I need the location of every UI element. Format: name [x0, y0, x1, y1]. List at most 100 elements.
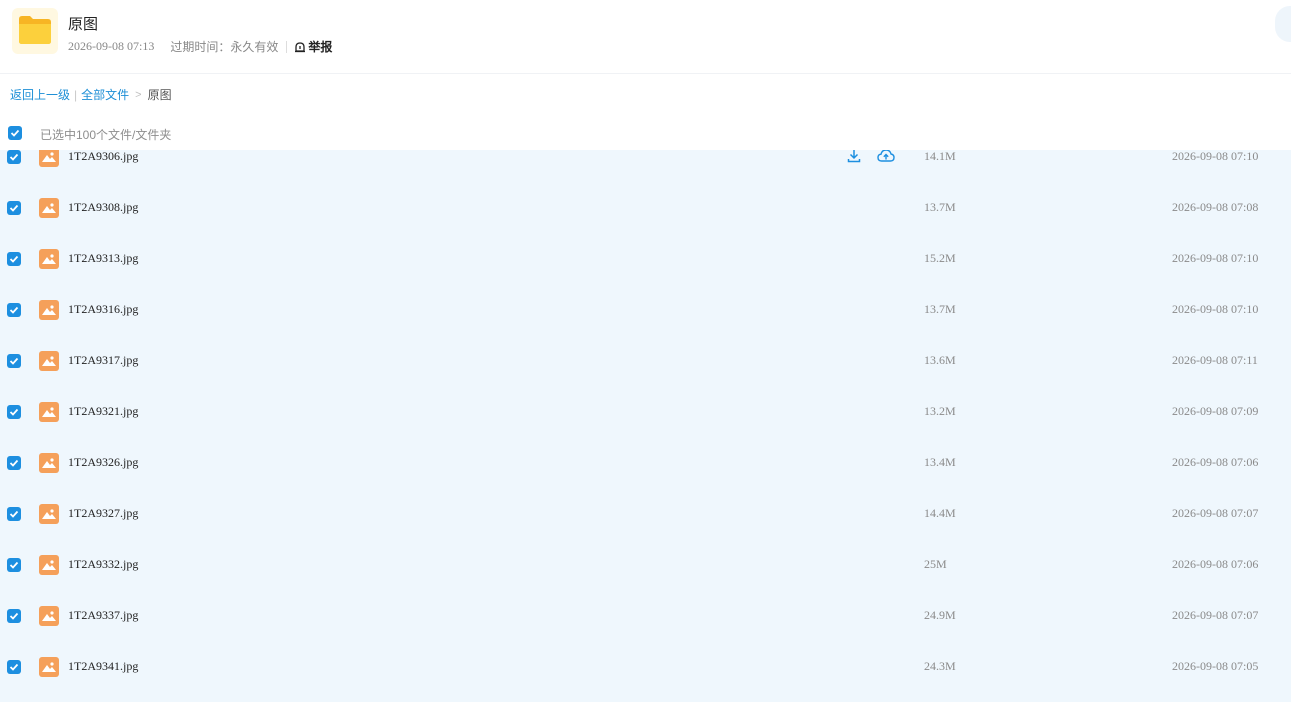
- selection-bar: 已选中100个文件/文件夹: [0, 120, 1291, 150]
- breadcrumb: 返回上一级 | 全部文件 > 原图: [10, 86, 172, 103]
- file-name[interactable]: 1T2A9326.jpg: [68, 455, 138, 470]
- file-date: 2026-09-08 07:11: [1172, 353, 1258, 367]
- file-date: 2026-09-08 07:05: [1172, 659, 1259, 673]
- image-file-icon: [39, 198, 59, 218]
- file-checkbox[interactable]: [7, 303, 21, 317]
- check-icon: [9, 612, 19, 620]
- image-file-icon: [39, 402, 59, 422]
- file-date: 2026-09-08 07:08: [1172, 200, 1259, 214]
- file-size: 13.6M: [924, 353, 956, 367]
- file-checkbox[interactable]: [7, 150, 21, 164]
- file-row[interactable]: 1T2A9313.jpg 15.2M 2026-09-08 07:10: [0, 234, 1291, 285]
- file-row[interactable]: 1T2A9321.jpg 13.2M 2026-09-08 07:09: [0, 387, 1291, 438]
- file-date: 2026-09-08 07:06: [1172, 557, 1259, 571]
- image-file-icon: [39, 150, 59, 167]
- breadcrumb-separator: >: [135, 88, 142, 101]
- file-name[interactable]: 1T2A9337.jpg: [68, 608, 138, 623]
- file-checkbox[interactable]: [7, 252, 21, 266]
- selection-count: 已选中100个文件/文件夹: [40, 128, 172, 142]
- image-file-icon: [39, 555, 59, 575]
- folder-icon: [12, 8, 58, 54]
- file-name[interactable]: 1T2A9313.jpg: [68, 251, 138, 266]
- file-checkbox[interactable]: [7, 609, 21, 623]
- check-icon: [9, 306, 19, 314]
- file-checkbox[interactable]: [7, 354, 21, 368]
- breadcrumb-current: 原图: [147, 88, 172, 102]
- expire-label: 过期时间：: [170, 40, 231, 54]
- file-list: 1T2A9306.jpg 14.1M 2026-09-08 07:10 1T2A930…: [0, 150, 1291, 702]
- file-name[interactable]: 1T2A9341.jpg: [68, 659, 138, 674]
- check-icon: [9, 561, 19, 569]
- file-name[interactable]: 1T2A9327.jpg: [68, 506, 138, 521]
- file-name[interactable]: 1T2A9321.jpg: [68, 404, 138, 419]
- check-icon: [9, 255, 19, 263]
- check-icon: [9, 663, 19, 671]
- check-icon: [10, 129, 20, 137]
- file-date: 2026-09-08 07:07: [1172, 608, 1259, 622]
- file-row[interactable]: 1T2A9308.jpg 13.7M 2026-09-08 07:08: [0, 183, 1291, 234]
- check-icon: [9, 408, 19, 416]
- file-date: 2026-09-08 07:09: [1172, 404, 1259, 418]
- image-file-icon: [39, 453, 59, 473]
- file-name[interactable]: 1T2A9332.jpg: [68, 557, 138, 572]
- share-header: 原图 2026-09-08 07:13 过期时间： 永久有效 举报: [0, 0, 1291, 74]
- file-name[interactable]: 1T2A9308.jpg: [68, 200, 138, 215]
- file-name[interactable]: 1T2A9306.jpg: [68, 150, 138, 164]
- expire-value: 永久有效: [230, 40, 279, 54]
- file-size: 13.7M: [924, 302, 956, 316]
- all-files-link[interactable]: 全部文件: [81, 86, 129, 103]
- file-row[interactable]: 1T2A9306.jpg 14.1M 2026-09-08 07:10: [0, 150, 1291, 183]
- file-name[interactable]: 1T2A9317.jpg: [68, 353, 138, 368]
- file-size: 15.2M: [924, 251, 956, 265]
- file-date: 2026-09-08 07:07: [1172, 506, 1259, 520]
- file-date: 2026-09-08 07:10: [1172, 150, 1259, 163]
- file-row[interactable]: 1T2A9337.jpg 24.9M 2026-09-08 07:07: [0, 591, 1291, 642]
- file-size: 25M: [924, 557, 947, 571]
- cloud-upload-icon: [877, 150, 895, 162]
- check-icon: [9, 459, 19, 467]
- file-checkbox[interactable]: [7, 507, 21, 521]
- created-time: 2026-09-08 07:13: [68, 39, 155, 53]
- image-file-icon: [39, 657, 59, 677]
- report-button[interactable]: 举报: [294, 38, 332, 55]
- file-date: 2026-09-08 07:10: [1172, 251, 1259, 265]
- file-checkbox[interactable]: [7, 456, 21, 470]
- check-icon: [9, 204, 19, 212]
- file-row[interactable]: 1T2A9327.jpg 14.4M 2026-09-08 07:07: [0, 489, 1291, 540]
- report-icon: [295, 41, 306, 52]
- file-checkbox[interactable]: [7, 660, 21, 674]
- file-checkbox[interactable]: [7, 558, 21, 572]
- file-row[interactable]: 1T2A9326.jpg 13.4M 2026-09-08 07:06: [0, 438, 1291, 489]
- file-checkbox[interactable]: [7, 201, 21, 215]
- save-to-cloud-button[interactable]: [877, 150, 895, 169]
- file-size: 24.3M: [924, 659, 956, 673]
- file-size: 14.1M: [924, 150, 956, 163]
- file-row[interactable]: 1T2A9332.jpg 25M 2026-09-08 07:06: [0, 540, 1291, 591]
- file-row[interactable]: 1T2A9316.jpg 13.7M 2026-09-08 07:10: [0, 285, 1291, 336]
- image-file-icon: [39, 504, 59, 524]
- image-file-icon: [39, 351, 59, 371]
- folder-meta: 2026-09-08 07:13 过期时间： 永久有效 举报: [68, 38, 332, 55]
- file-size: 13.2M: [924, 404, 956, 418]
- check-icon: [9, 510, 19, 518]
- select-all-checkbox[interactable]: [8, 126, 22, 140]
- file-date: 2026-09-08 07:06: [1172, 455, 1259, 469]
- check-icon: [9, 153, 19, 161]
- file-size: 24.9M: [924, 608, 956, 622]
- file-size: 14.4M: [924, 506, 956, 520]
- file-date: 2026-09-08 07:10: [1172, 302, 1259, 316]
- back-link[interactable]: 返回上一级: [10, 86, 70, 103]
- folder-title: 原图: [68, 16, 99, 33]
- download-button[interactable]: [846, 150, 862, 169]
- image-file-icon: [39, 249, 59, 269]
- file-checkbox[interactable]: [7, 405, 21, 419]
- file-name[interactable]: 1T2A9316.jpg: [68, 302, 138, 317]
- image-file-icon: [39, 606, 59, 626]
- breadcrumb-bar: |: [74, 87, 78, 102]
- file-row[interactable]: 1T2A9317.jpg 13.6M 2026-09-08 07:11: [0, 336, 1291, 387]
- download-icon: [847, 150, 861, 163]
- meta-divider: [286, 40, 288, 53]
- check-icon: [9, 357, 19, 365]
- file-row[interactable]: 1T2A9341.jpg 24.3M 2026-09-08 07:05: [0, 642, 1291, 693]
- side-action-button[interactable]: [1275, 6, 1291, 42]
